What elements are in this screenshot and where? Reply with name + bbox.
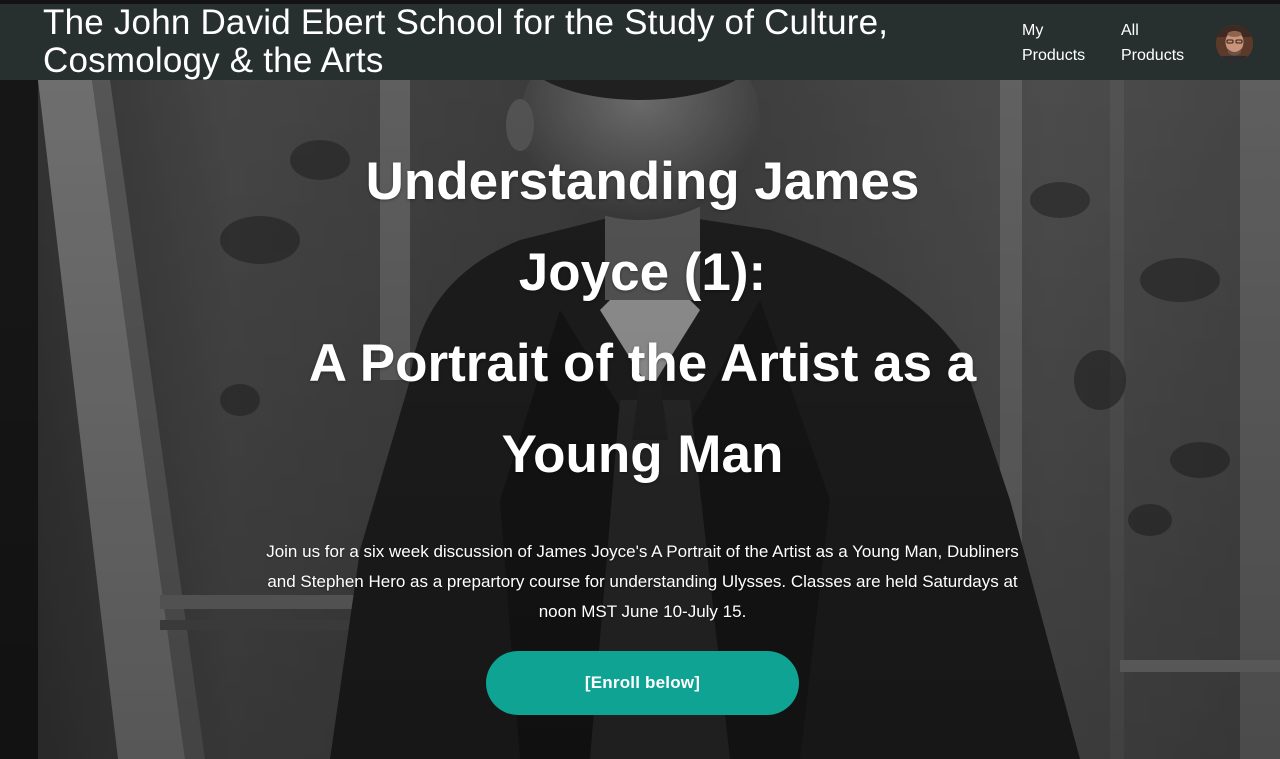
- course-title: Understanding James Joyce (1): A Portrai…: [240, 136, 1045, 500]
- course-title-line-2: Joyce (1):: [518, 243, 767, 302]
- site-title-link[interactable]: The John David Ebert School for the Stud…: [43, 4, 983, 80]
- hero-content: Understanding James Joyce (1): A Portrai…: [0, 80, 1280, 759]
- hero-section: Understanding James Joyce (1): A Portrai…: [0, 80, 1280, 759]
- site-header: The John David Ebert School for the Stud…: [0, 0, 1280, 80]
- user-avatar-icon[interactable]: [1216, 25, 1253, 62]
- avatar-portrait-icon: [1216, 25, 1253, 62]
- course-description: Join us for a six week discussion of Jam…: [266, 542, 1019, 621]
- page: The John David Ebert School for the Stud…: [0, 0, 1280, 759]
- nav-all-products[interactable]: All Products: [1121, 18, 1201, 68]
- nav-my-products[interactable]: My Products: [1022, 18, 1102, 68]
- course-title-line-3: A Portrait of the Artist as a: [308, 334, 977, 393]
- enroll-button[interactable]: [Enroll below]: [486, 651, 799, 715]
- course-title-line-4: Young Man: [501, 425, 784, 484]
- course-title-line-1: Understanding James: [365, 152, 920, 211]
